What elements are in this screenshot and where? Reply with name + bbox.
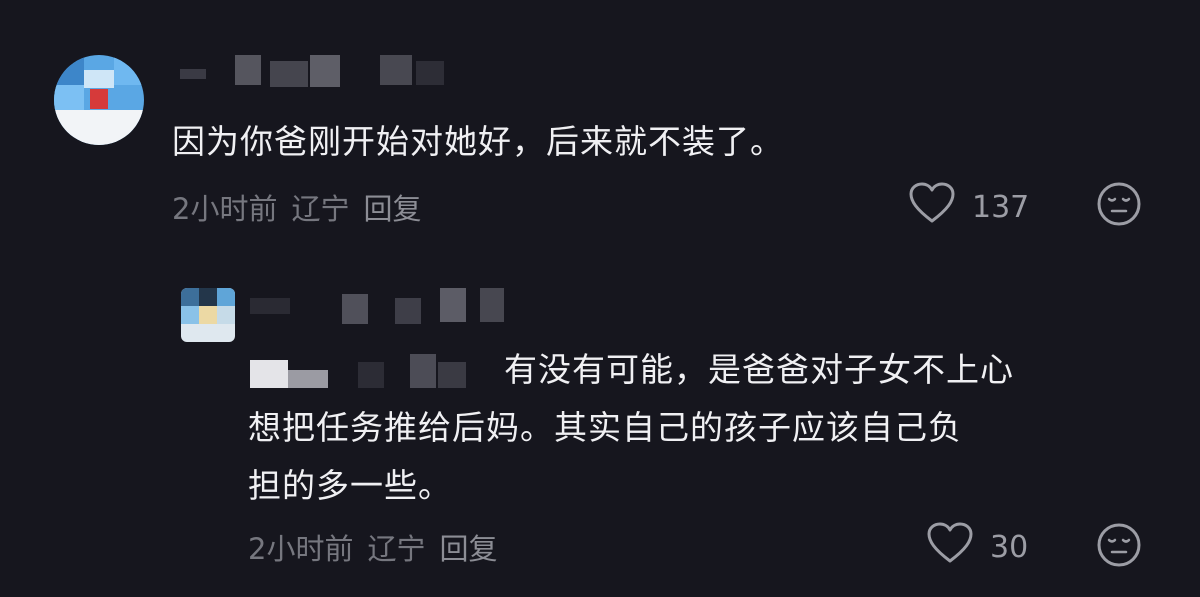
reply-button[interactable]: 回复 xyxy=(363,186,421,228)
comment-text-line-1: 有没有可能，是爸爸对子女不上心 xyxy=(504,350,1014,389)
username-redacted[interactable] xyxy=(180,55,460,87)
reply-target-redacted[interactable] xyxy=(250,352,470,388)
username-redacted[interactable] xyxy=(250,288,510,326)
comment-text-line-3: 担的多一些。 xyxy=(248,466,452,505)
like-button[interactable]: 137 xyxy=(908,182,1029,232)
neutral-face-icon xyxy=(1096,523,1142,572)
comment-meta: 2小时前 辽宁 回复 xyxy=(172,186,421,228)
neutral-face-icon xyxy=(1096,182,1142,231)
comment-text-line-2: 想把任务推给后妈。其实自己的孩子应该自己负 xyxy=(248,408,962,447)
reply-button[interactable]: 回复 xyxy=(439,526,497,568)
heart-outline-icon xyxy=(908,182,956,232)
comment-location: 辽宁 xyxy=(291,192,350,226)
comment-time: 2小时前 xyxy=(248,532,354,566)
reaction-button[interactable] xyxy=(1096,181,1142,231)
like-button[interactable]: 30 xyxy=(926,522,1028,572)
comment-meta: 2小时前 辽宁 回复 xyxy=(248,526,497,568)
avatar[interactable] xyxy=(181,288,235,342)
comment-location: 辽宁 xyxy=(367,532,426,566)
heart-outline-icon xyxy=(926,522,974,572)
avatar[interactable] xyxy=(54,55,144,145)
comment-time: 2小时前 xyxy=(172,192,278,226)
like-count: 137 xyxy=(972,189,1030,225)
like-count: 30 xyxy=(990,529,1029,565)
comment-text: 因为你爸刚开始对她好，后来就不装了。 xyxy=(172,122,784,161)
reaction-button[interactable] xyxy=(1096,522,1142,572)
